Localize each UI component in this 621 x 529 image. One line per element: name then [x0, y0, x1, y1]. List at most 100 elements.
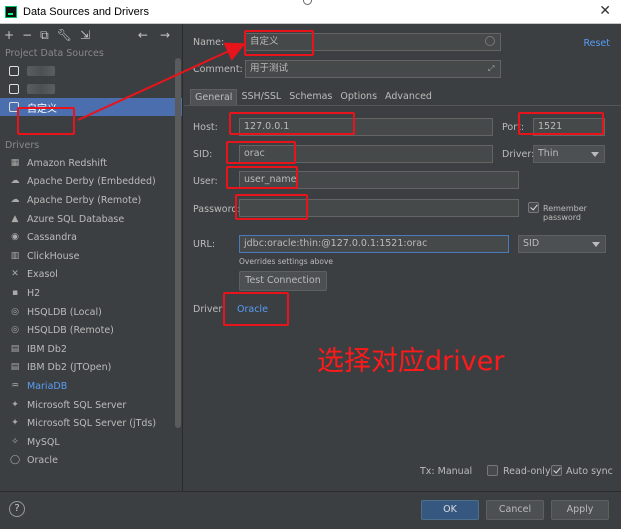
derby-icon: ☁ [10, 194, 20, 205]
annotation-box-password [235, 194, 308, 220]
oracle-icon: ◯ [9, 455, 21, 466]
data-source-item[interactable] [0, 80, 182, 98]
tx-mode-select[interactable]: Tx: Manual [420, 466, 472, 477]
database-icon [9, 66, 19, 76]
cancel-button[interactable]: Cancel [486, 500, 544, 520]
ibm-icon: ▤ [10, 362, 20, 373]
mssql-icon: ✦ [11, 418, 19, 429]
driver-item-azure-sql[interactable]: ▲ Azure SQL Database [0, 210, 182, 229]
driver-item-exasol[interactable]: ✕ Exasol [0, 266, 182, 285]
wrench-icon[interactable]: 🔧︎ [57, 28, 72, 42]
annotation-box-host [229, 112, 355, 135]
url-type-select[interactable]: SID [518, 235, 606, 253]
remember-password-checkbox[interactable] [528, 202, 539, 213]
driver-item-hsqldb-remote[interactable]: ◎ HSQLDB (Remote) [0, 321, 182, 340]
autosync-label: Auto sync [566, 466, 613, 477]
title-bar: Data Sources and Drivers ✕ [0, 0, 621, 24]
apply-button[interactable]: Apply [551, 500, 609, 520]
host-label: Host: [193, 122, 218, 133]
copy-icon[interactable]: ⧉ [40, 28, 49, 43]
tab-options[interactable]: Options [336, 89, 381, 105]
tab-general[interactable]: General [190, 89, 238, 105]
database-icon [9, 84, 19, 94]
redshift-icon: ▦ [10, 157, 20, 168]
data-source-item[interactable] [0, 62, 182, 80]
ok-button[interactable]: OK [421, 500, 479, 520]
driver-item-mysql[interactable]: ✧ MySQL [0, 433, 182, 452]
driver-item-clickhouse[interactable]: ▥ ClickHouse [0, 247, 182, 266]
drivers-header: Drivers [5, 140, 40, 151]
driver-item-hsqldb-local[interactable]: ◎ HSQLDB (Local) [0, 303, 182, 322]
close-icon[interactable]: ✕ [599, 3, 611, 19]
driver-item-ibm-db2[interactable]: ▤ IBM Db2 [0, 340, 182, 359]
tab-divider [184, 105, 621, 106]
chevron-down-icon [591, 152, 599, 157]
tab-advanced[interactable]: Advanced [381, 89, 436, 105]
readonly-label: Read-only [503, 466, 551, 477]
url-type-value: SID [523, 238, 540, 249]
chevron-down-icon [592, 242, 600, 247]
driver-item-mssql[interactable]: ✦ Microsoft SQL Server [0, 396, 182, 415]
color-circle-icon[interactable] [485, 36, 495, 46]
exasol-icon: ✕ [11, 269, 19, 280]
driver-item-oracle[interactable]: ◯ Oracle [0, 452, 182, 471]
forward-arrow-icon[interactable]: → [160, 28, 170, 42]
project-data-sources-header: Project Data Sources [5, 48, 104, 59]
driver-item-mariadb[interactable]: ♒ MariaDB [0, 377, 182, 396]
driver-item-cassandra[interactable]: ◉ Cassandra [0, 228, 182, 247]
redacted-label [27, 84, 55, 94]
readonly-checkbox[interactable] [487, 465, 498, 476]
driver-item-amazon-redshift[interactable]: ▦ Amazon Redshift [0, 154, 182, 173]
driver-type-select[interactable]: Thin [533, 145, 605, 163]
tab-ssh-ssl[interactable]: SSH/SSL [237, 89, 285, 105]
back-arrow-icon[interactable]: ← [138, 28, 148, 42]
driver-item-derby-remote[interactable]: ☁ Apache Derby (Remote) [0, 191, 182, 210]
dialog-footer: ? OK Cancel Apply [0, 491, 621, 529]
sidebar-scrollbar[interactable] [175, 58, 181, 428]
sidebar: + − ⧉ 🔧︎ ⇲ ← → Project Data Sources 自定义 … [0, 24, 183, 491]
annotation-box-user [226, 166, 298, 189]
reset-link[interactable]: Reset [583, 38, 610, 49]
window-title: Data Sources and Drivers [23, 5, 149, 18]
mariadb-icon: ♒ [10, 380, 20, 391]
annotation-box-driver [223, 292, 289, 326]
test-connection-button[interactable]: Test Connection [239, 271, 327, 291]
annotation-box-sid [226, 141, 296, 164]
remember-password-label: Remember password [543, 204, 587, 222]
comment-label: Comment: [193, 64, 243, 75]
derby-icon: ☁ [10, 176, 20, 187]
driver-list: ▦ Amazon Redshift ☁ Apache Derby (Embedded… [0, 154, 182, 470]
azure-icon: ▲ [11, 213, 19, 224]
import-icon[interactable]: ⇲ [80, 28, 90, 42]
annotation-text: 选择对应driver [317, 346, 505, 377]
expand-icon[interactable]: ⤢ [488, 64, 494, 74]
hsqldb-icon: ◎ [11, 325, 19, 336]
sidebar-toolbar: + − ⧉ 🔧︎ ⇲ ← → [0, 24, 182, 46]
sid-label: SID: [193, 149, 213, 160]
minus-icon[interactable]: − [22, 28, 32, 42]
url-input[interactable]: jdbc:oracle:thin:@127.0.0.1:1521:orac [239, 235, 509, 253]
plus-icon[interactable]: + [4, 28, 14, 42]
driver-item-mssql-jtds[interactable]: ✦ Microsoft SQL Server (jTds) [0, 414, 182, 433]
annotation-box-source [17, 107, 75, 135]
redacted-label [27, 66, 55, 76]
driver-item-h2[interactable]: ▪ H2 [0, 284, 182, 303]
comment-input[interactable]: 用于测试 [245, 60, 501, 78]
autosync-checkbox[interactable] [551, 465, 562, 476]
hsqldb-icon: ◎ [11, 306, 19, 317]
overrides-note: Overrides settings above [239, 257, 334, 266]
annotation-box-port [518, 112, 604, 135]
tab-schemas[interactable]: Schemas [285, 89, 336, 105]
app-logo-icon [5, 5, 17, 18]
password-label: Password: [193, 204, 241, 215]
help-icon[interactable]: ? [9, 501, 25, 517]
ibm-icon: ▤ [10, 343, 20, 354]
mssql-icon: ✦ [11, 399, 19, 410]
cassandra-icon: ◉ [11, 232, 19, 243]
driver-type-label: Driver: [502, 149, 535, 160]
user-label: User: [193, 176, 218, 187]
tab-bar: General SSH/SSL Schemas Options Advanced [190, 89, 436, 105]
driver-item-ibm-db2-jtopen[interactable]: ▤ IBM Db2 (JTOpen) [0, 359, 182, 378]
driver-type-value: Thin [538, 148, 559, 159]
driver-item-derby-embedded[interactable]: ☁ Apache Derby (Embedded) [0, 173, 182, 192]
